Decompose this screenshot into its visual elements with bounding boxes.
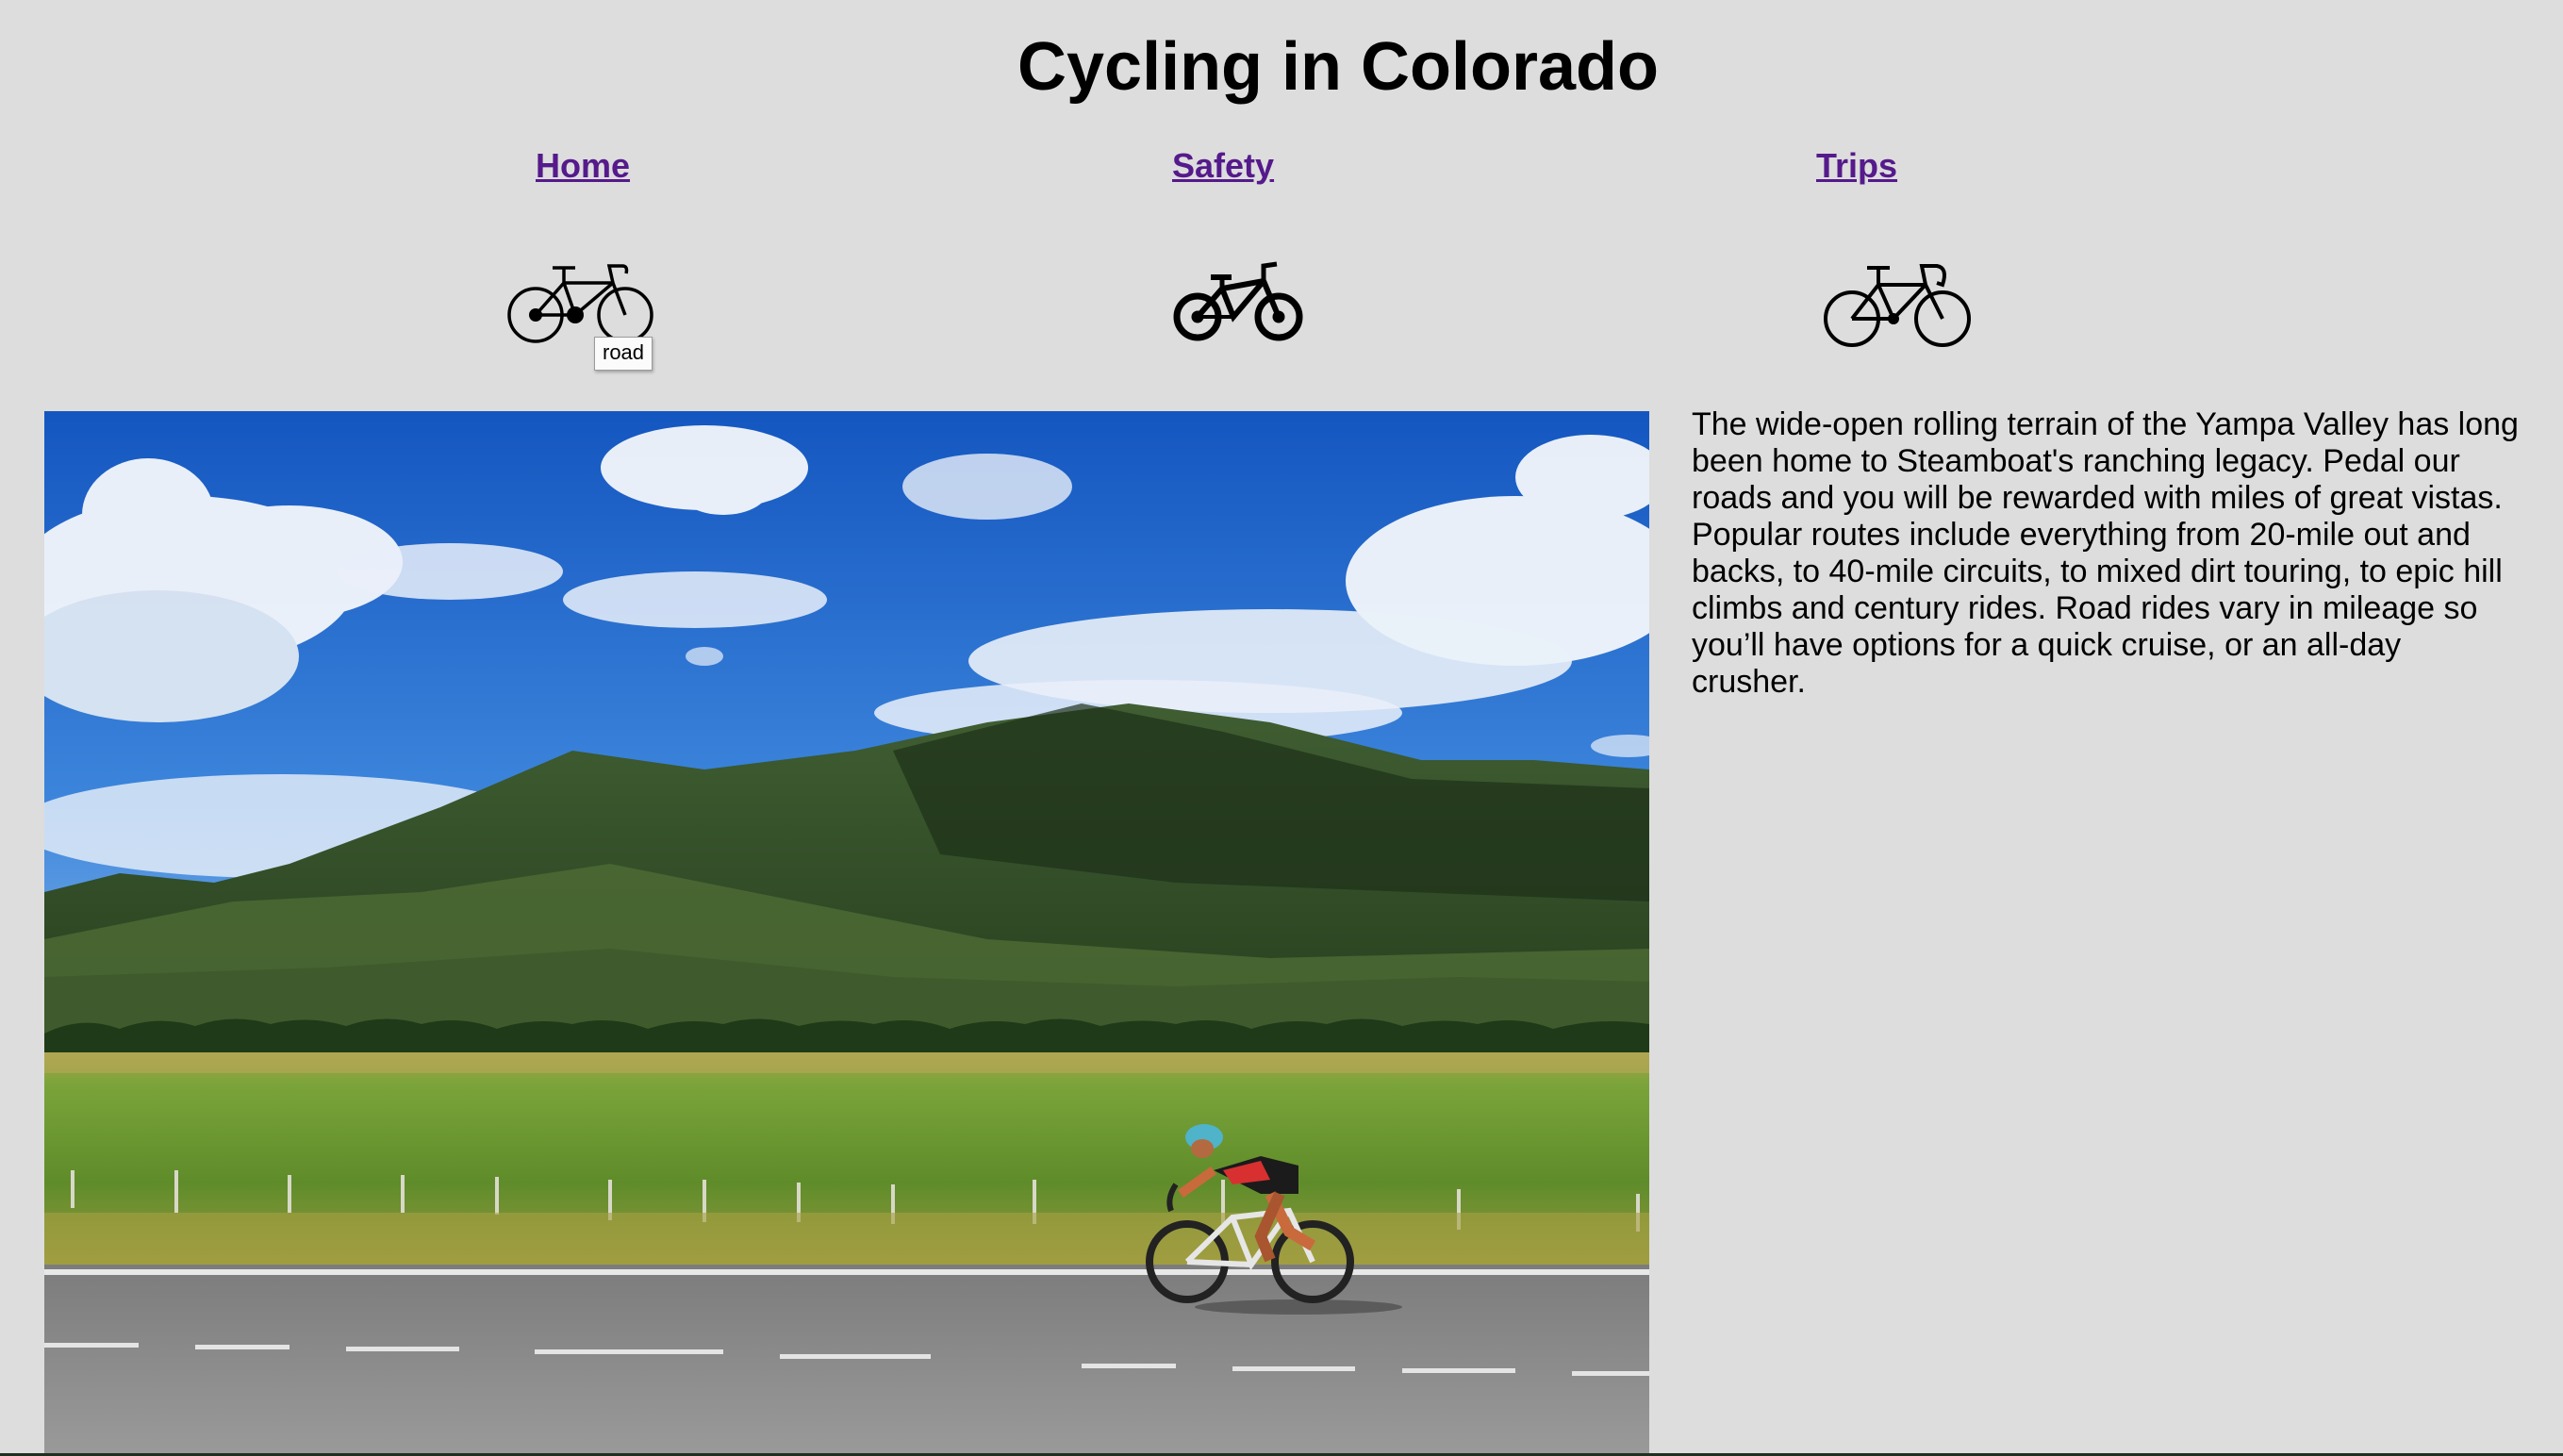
cyclist-photo-illustration bbox=[44, 411, 1649, 1456]
bike-tooltip: road bbox=[594, 337, 653, 371]
road-bike-icon[interactable] bbox=[507, 256, 654, 347]
mountain-bike-icon[interactable] bbox=[1173, 260, 1303, 343]
description-text: The wide-open rolling terrain of the Yam… bbox=[1692, 406, 2519, 700]
page: Cycling in Colorado Home Safety Trips ro… bbox=[0, 0, 2563, 1456]
nav-link-safety[interactable]: Safety bbox=[1172, 143, 1274, 189]
racing-bike-icon[interactable] bbox=[1824, 256, 1971, 349]
nav-link-trips[interactable]: Trips bbox=[1816, 143, 1897, 189]
page-title: Cycling in Colorado bbox=[1017, 29, 1660, 105]
nav-link-home[interactable]: Home bbox=[536, 143, 630, 189]
cyclist-photo bbox=[44, 411, 1649, 1456]
